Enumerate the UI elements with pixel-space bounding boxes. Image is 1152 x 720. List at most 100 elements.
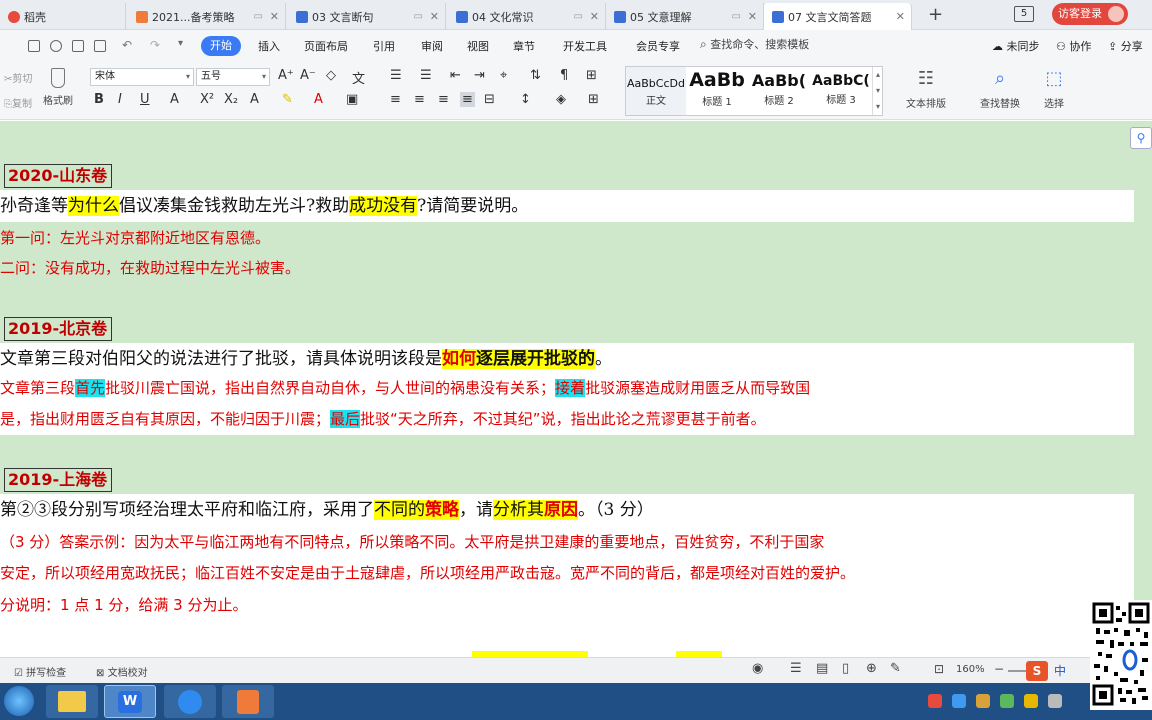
style-heading-1[interactable]: AaBb 标题 1 [686,67,748,115]
text-effect-icon[interactable]: A [250,92,259,107]
format-painter-button[interactable]: 格式刷 [40,66,76,116]
proofread-button[interactable]: ⊠ 文档校对 [96,664,148,679]
close-icon[interactable]: ✕ [270,10,279,23]
zoom-level[interactable]: 160% [956,664,985,675]
tray-shield-icon[interactable] [1000,694,1014,708]
spell-check-toggle[interactable]: ☑ 拼写检查 [14,664,66,679]
fit-page-icon[interactable]: ⊡ [934,662,944,676]
undo-history-icon[interactable] [50,40,62,52]
sync-status[interactable]: ☁ 未同步 [992,38,1040,54]
tray-network-icon[interactable] [952,694,966,708]
align-right-icon[interactable]: ≡ [438,92,449,107]
menu-insert[interactable]: 插入 [258,38,280,54]
web-view-icon[interactable]: ⊕ [866,661,877,676]
font-size-select[interactable]: 五号 ▾ [196,68,270,86]
font-name-select[interactable]: 宋体 ▾ [90,68,194,86]
menu-chapter[interactable]: 章节 [513,38,535,54]
underline-icon[interactable]: U [140,92,150,107]
page-view-icon[interactable]: ▤ [816,661,828,676]
tab-strategy[interactable]: 2021...备考策略 ▭ ✕ [128,3,286,30]
print-preview-icon[interactable] [94,40,106,52]
close-icon[interactable]: ✕ [430,10,439,23]
subscript-icon[interactable]: X₂ [224,92,238,107]
sort-icon[interactable]: ⇅ [530,68,541,83]
chinese-layout-icon[interactable]: ⌖ [500,68,507,83]
tray-volume-icon[interactable] [1048,694,1062,708]
menu-start[interactable]: 开始 [201,36,241,56]
tab-docer[interactable]: 稻壳 [0,3,126,30]
align-center-icon[interactable]: ≡ [414,92,425,107]
document-area[interactable]: ⚲ 2020-山东卷 孙奇逢等为什么倡议凑集金钱救助左光斗?救助成功没有?请简要… [0,121,1152,657]
text-layout-button[interactable]: ☷ 文本排版 [898,66,954,116]
select-button[interactable]: ⬚ 选择 [1034,66,1074,116]
cut-button[interactable]: ✂剪切 [4,70,32,85]
superscript-icon[interactable]: X² [200,92,214,107]
collaborate-button[interactable]: ⚇ 协作 [1056,38,1091,54]
shrink-font-icon[interactable]: A⁻ [300,68,316,83]
new-tab-button[interactable]: + [928,4,943,25]
clear-format-icon[interactable]: ◇ [326,68,336,83]
shading-icon[interactable]: ◈ [556,92,566,107]
print-icon[interactable] [72,40,84,52]
zoom-out-icon[interactable]: − [994,662,1004,676]
login-button[interactable]: 访客登录 [1052,3,1128,25]
save-icon[interactable] [28,40,40,52]
grow-font-icon[interactable]: A⁺ [278,68,294,83]
write-mode-icon[interactable]: ✎ [890,661,901,676]
share-button[interactable]: ⇪ 分享 [1108,38,1143,54]
show-marks-icon[interactable]: ¶ [560,68,568,83]
font-color-icon[interactable]: A [314,92,323,107]
taskbar-wps-presentation[interactable] [222,685,274,718]
tray-app-icon[interactable] [928,694,942,708]
table-icon[interactable]: ⊞ [586,68,597,83]
numbered-list-icon[interactable]: ☰ [420,68,432,83]
style-heading-3[interactable]: AaBbC( 标题 3 [810,67,872,115]
strikethrough-icon[interactable]: A [170,92,179,107]
style-gallery-scroll[interactable]: ▴ ▾ ▾ [872,67,883,115]
close-icon[interactable]: ✕ [590,10,599,23]
menu-dev-tools[interactable]: 开发工具 [563,38,607,54]
style-normal[interactable]: AaBbCcDd 正文 [626,67,686,115]
close-icon[interactable]: ✕ [748,10,757,23]
align-left-icon[interactable]: ≡ [390,92,401,107]
redo-icon[interactable]: ↷ [150,38,160,52]
menu-references[interactable]: 引用 [373,38,395,54]
indent-icon[interactable]: ⇥ [474,68,485,83]
tab-wenhua[interactable]: 04 文化常识 ▭ ✕ [448,3,606,30]
tab-jiandati[interactable]: 07 文言文简答题 ✕ [764,3,912,30]
taskbar-wps-writer[interactable]: W [104,685,156,718]
menu-member[interactable]: 会员专享 [636,38,680,54]
menu-view[interactable]: 视图 [467,38,489,54]
tab-wenyi[interactable]: 05 文意理解 ▭ ✕ [606,3,764,30]
distribute-icon[interactable]: ⊟ [484,92,495,107]
tray-app-icon[interactable] [1024,694,1038,708]
ime-mode[interactable]: 中 [1054,662,1066,679]
highlight-icon[interactable]: ✎ [282,92,293,107]
copy-button[interactable]: ⎘复制 [4,95,32,110]
taskbar-explorer[interactable] [46,685,98,718]
menu-page-layout[interactable]: 页面布局 [304,38,348,54]
undo-icon[interactable]: ↶ [122,38,132,52]
style-heading-2[interactable]: AaBb( 标题 2 [748,67,810,115]
outdent-icon[interactable]: ⇤ [450,68,461,83]
find-replace-button[interactable]: ⌕ 查找替换 [970,66,1030,116]
tray-app-icon[interactable] [976,694,990,708]
justify-icon[interactable]: ≡ [460,92,475,107]
bold-icon[interactable]: B [94,92,104,107]
windows-start-icon[interactable] [4,686,34,716]
char-border-icon[interactable]: ▣ [346,92,358,107]
chevron-down-icon[interactable]: ▾ [178,38,183,49]
sogou-ime-icon[interactable]: S [1026,661,1048,681]
bullet-list-icon[interactable]: ☰ [390,68,402,83]
read-mode-icon[interactable]: ▯ [842,661,849,676]
full-screen-icon[interactable]: ☰ [790,661,802,676]
border-icon[interactable]: ⊞ [588,92,599,107]
menu-review[interactable]: 审阅 [421,38,443,54]
italic-icon[interactable]: I [118,92,122,107]
page-badge[interactable]: 5 [1014,6,1034,22]
location-pin-icon[interactable]: ⚲ [1130,127,1152,149]
zoom-slider[interactable] [1008,670,1026,672]
line-spacing-icon[interactable]: ↕ [520,92,531,107]
phonetic-icon[interactable]: 文 [352,68,365,87]
tab-duanju[interactable]: 03 文言断句 ▭ ✕ [288,3,446,30]
